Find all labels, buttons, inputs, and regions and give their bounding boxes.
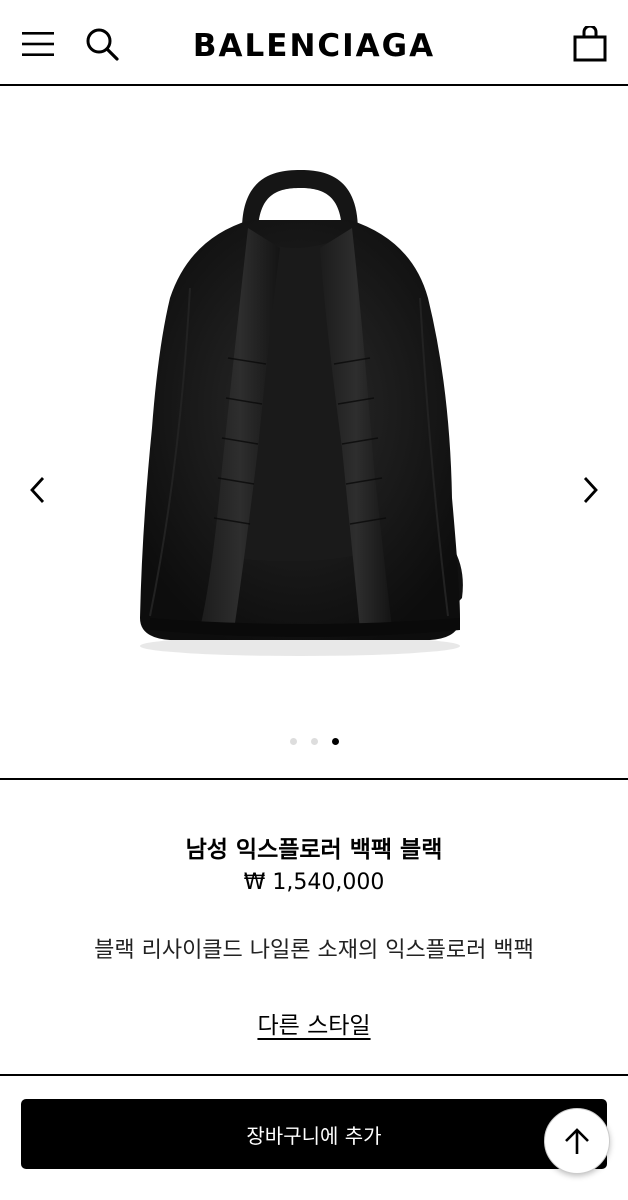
shopping-bag-button[interactable] <box>568 22 612 66</box>
site-header: BALENCIAGA <box>0 0 628 86</box>
carousel-pagination <box>0 738 628 745</box>
carousel-dot[interactable] <box>310 738 318 745</box>
product-info: 남성 익스플로러 백팩 블랙 ₩ 1,540,000 블랙 리사이클드 나일론 … <box>0 782 628 1076</box>
chevron-right-icon <box>583 477 598 503</box>
carousel-prev-button[interactable] <box>16 468 60 512</box>
carousel-next-button[interactable] <box>568 468 612 512</box>
brand-logo[interactable]: BALENCIAGA <box>0 26 628 66</box>
carousel-dot-active[interactable] <box>331 738 339 745</box>
add-to-cart-button[interactable]: 장바구니에 추가 <box>21 1099 607 1169</box>
shopping-bag-icon <box>573 26 607 62</box>
chevron-left-icon <box>30 477 45 503</box>
product-title: 남성 익스플로러 백팩 블랙 <box>185 837 443 863</box>
arrow-up-icon <box>565 1128 589 1154</box>
product-description: 블랙 리사이클드 나일론 소재의 익스플로러 백팩 <box>94 938 534 963</box>
scroll-to-top-button[interactable] <box>544 1108 610 1174</box>
product-image-carousel[interactable] <box>0 88 628 780</box>
other-styles-link[interactable]: 다른 스타일 <box>257 1013 370 1039</box>
product-image <box>140 170 463 656</box>
carousel-dot[interactable] <box>289 738 297 745</box>
product-price: ₩ 1,540,000 <box>243 870 385 895</box>
